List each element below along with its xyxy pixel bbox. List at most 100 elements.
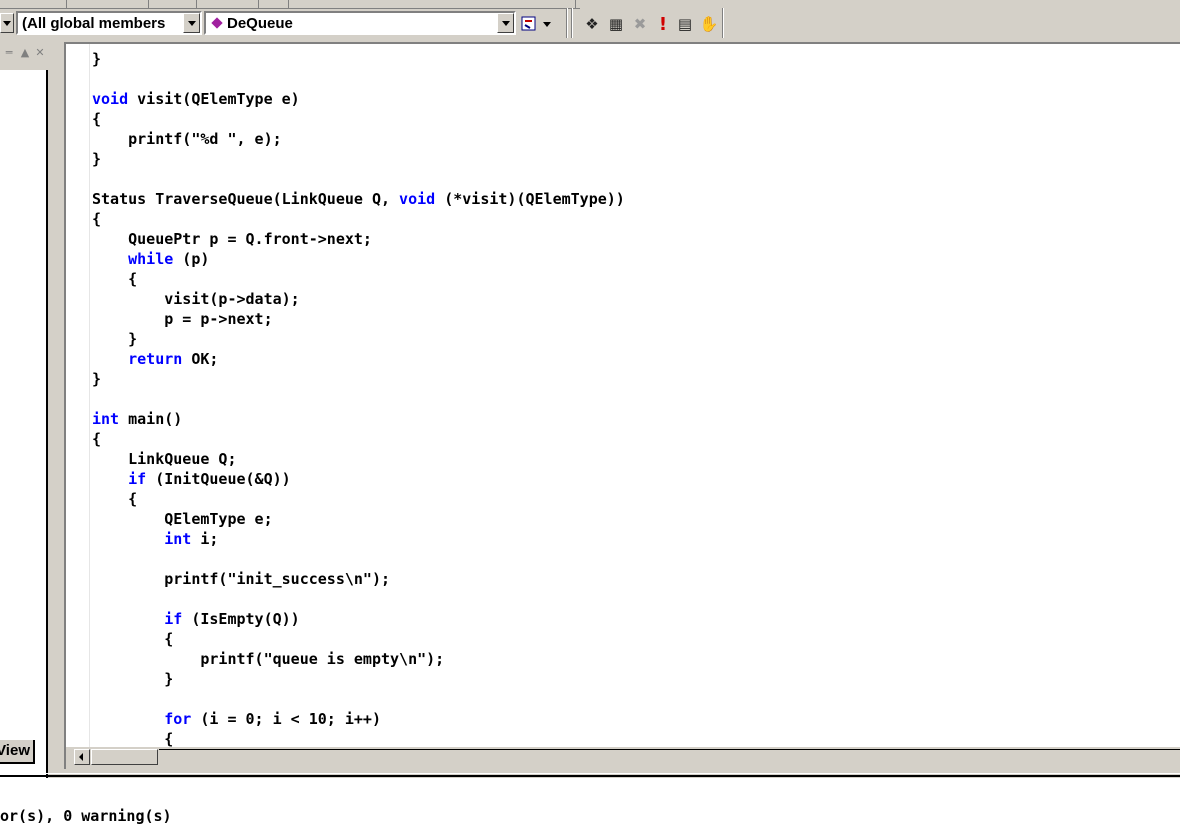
stop-build-icon[interactable]: ✖: [630, 14, 650, 34]
code-keyword: return: [128, 350, 183, 368]
code-line: {: [92, 269, 625, 289]
code-line: printf("%d ", e);: [92, 129, 625, 149]
wizard-actions-dropdown[interactable]: [541, 14, 553, 34]
toolbar-separator: [571, 8, 573, 38]
code-keyword: if: [128, 470, 147, 488]
code-text: {: [92, 430, 102, 448]
close-icon[interactable]: ✕: [33, 46, 47, 60]
function-combo-value: DeQueue: [227, 15, 293, 32]
code-line: {: [92, 629, 625, 649]
code-text: (IsEmpty(Q)): [182, 610, 300, 628]
code-line: }: [92, 369, 625, 389]
function-combo-dropdown[interactable]: [497, 13, 514, 33]
class-combo-dropdown[interactable]: [0, 13, 14, 33]
dock-icon[interactable]: ═: [2, 46, 16, 60]
code-line: Status TraverseQueue(LinkQueue Q, void (…: [92, 189, 625, 209]
code-text: i;: [191, 530, 219, 548]
code-line: {: [92, 429, 625, 449]
execute-icon[interactable]: !: [653, 14, 673, 35]
code-line: printf("init_success\n");: [92, 569, 625, 589]
code-text: (InitQueue(&Q)): [146, 470, 291, 488]
code-text: printf("init_success\n");: [92, 570, 391, 588]
code-line: visit(p->data);: [92, 289, 625, 309]
code-line: return OK;: [92, 349, 625, 369]
code-text: }: [92, 370, 102, 388]
code-text: QueuePtr p = Q.front->next;: [92, 230, 372, 248]
code-text: printf("%d ", e);: [92, 130, 282, 148]
code-keyword: for: [164, 710, 192, 728]
compile-icon[interactable]: ❖: [582, 14, 602, 34]
code-text: (*visit)(QElemType)): [435, 190, 625, 208]
code-keyword: while: [128, 250, 174, 268]
code-text: p = p->next;: [92, 310, 273, 328]
toolbar-separator: [566, 8, 568, 38]
code-keyword: void: [399, 190, 436, 208]
code-text: printf("queue is empty\n");: [92, 650, 445, 668]
pane-splitter[interactable]: [0, 773, 1180, 777]
code-line: QElemType e;: [92, 509, 625, 529]
code-text: (i = 0; i < 10; i++): [191, 710, 381, 728]
arrow-left-icon: [79, 753, 83, 761]
chevron-down-icon: [501, 20, 510, 26]
code-text: }: [92, 330, 138, 348]
output-pane[interactable]: or(s), 0 warning(s): [0, 778, 1180, 827]
code-text: {: [92, 110, 102, 128]
code-editor[interactable]: } void visit(QElemType e){ printf("%d ",…: [90, 44, 1180, 747]
code-line: void visit(QElemType e): [92, 89, 625, 109]
workspace-pane: ═ ▲ ✕ View: [0, 42, 56, 782]
code-line: }: [92, 49, 625, 69]
scroll-left-button[interactable]: [74, 749, 90, 765]
wizard-actions-icon[interactable]: [519, 14, 539, 34]
code-line: LinkQueue Q;: [92, 449, 625, 469]
code-line: }: [92, 149, 625, 169]
code-lines: } void visit(QElemType e){ printf("%d ",…: [92, 49, 625, 747]
code-line: QueuePtr p = Q.front->next;: [92, 229, 625, 249]
members-combo[interactable]: (All global members: [16, 11, 202, 35]
code-line: int i;: [92, 529, 625, 549]
code-line: while (p): [92, 249, 625, 269]
maximize-icon[interactable]: ▲: [18, 46, 32, 60]
code-line: {: [92, 209, 625, 229]
code-text: OK;: [182, 350, 219, 368]
tab-fileview[interactable]: View: [0, 740, 35, 764]
code-text: Status TraverseQueue(LinkQueue Q,: [92, 190, 400, 208]
code-keyword: int: [164, 530, 192, 548]
code-line: {: [92, 489, 625, 509]
function-combo[interactable]: DeQueue: [204, 11, 516, 35]
code-text: {: [92, 490, 138, 508]
members-combo-dropdown[interactable]: [183, 13, 200, 33]
code-line: p = p->next;: [92, 309, 625, 329]
toolbar-top-edge: [0, 0, 580, 9]
breakpoint-hand-icon[interactable]: ✋: [699, 14, 719, 34]
workspace-tree[interactable]: [0, 70, 48, 782]
code-text: main(): [119, 410, 183, 428]
horizontal-scrollbar[interactable]: [66, 747, 1180, 767]
build-icon[interactable]: ▦: [606, 14, 626, 34]
members-combo-value: (All global members: [22, 15, 166, 32]
scroll-track[interactable]: [159, 749, 1180, 765]
code-text: {: [92, 270, 138, 288]
code-text: {: [92, 210, 102, 228]
toolbar: (All global members DeQueue ❖ ▦ ✖ ! ▤ ✋: [0, 0, 1180, 42]
code-line: {: [92, 109, 625, 129]
member-function-icon: [211, 17, 223, 29]
editor-gutter[interactable]: [66, 44, 90, 747]
code-text: (p): [173, 250, 210, 268]
code-line: if (InitQueue(&Q)): [92, 469, 625, 489]
code-text: LinkQueue Q;: [92, 450, 237, 468]
scroll-thumb[interactable]: [91, 749, 158, 765]
code-keyword: int: [92, 410, 120, 428]
go-icon[interactable]: ▤: [675, 14, 695, 34]
code-text: {: [92, 730, 174, 747]
